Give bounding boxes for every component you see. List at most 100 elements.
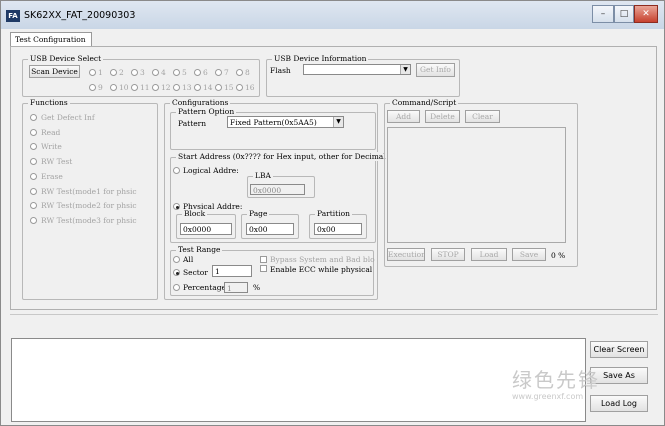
- load-log-button[interactable]: Load Log: [590, 395, 648, 412]
- sector-radio[interactable]: [173, 269, 180, 276]
- log-textarea[interactable]: [11, 338, 586, 422]
- sector-input[interactable]: 1: [212, 265, 252, 277]
- all-radio[interactable]: [173, 256, 180, 263]
- port-radio-10[interactable]: [110, 84, 117, 91]
- page-legend: Page: [247, 209, 270, 218]
- port-label: 6: [203, 68, 208, 77]
- port-label: 12: [161, 83, 171, 92]
- pattern-select[interactable]: Fixed Pattern(0x5AA5) ▼: [227, 116, 344, 128]
- minimize-icon[interactable]: –: [592, 5, 614, 23]
- port-label: 2: [119, 68, 124, 77]
- clear-button[interactable]: Clear: [465, 110, 500, 123]
- port-label: 16: [245, 83, 255, 92]
- maximize-icon[interactable]: □: [614, 5, 634, 23]
- percentage-input[interactable]: 1: [224, 282, 248, 293]
- logical-address-radio[interactable]: [173, 167, 180, 174]
- close-icon[interactable]: ✕: [634, 5, 658, 23]
- partition-input[interactable]: 0x00: [314, 223, 362, 235]
- page-input[interactable]: 0x00: [246, 223, 294, 235]
- percent-sign: %: [253, 283, 261, 292]
- port-radio-8[interactable]: [236, 69, 243, 76]
- sector-label: Sector: [183, 268, 208, 277]
- pattern-select-value: Fixed Pattern(0x5AA5): [230, 118, 317, 127]
- port-radio-15[interactable]: [215, 84, 222, 91]
- progress-bar-area: [10, 314, 658, 336]
- port-label: 11: [140, 83, 150, 92]
- save-button[interactable]: Save: [512, 248, 546, 261]
- bypass-label: Bypass System and Bad blo: [270, 255, 375, 264]
- physical-address-radio[interactable]: [173, 203, 180, 210]
- app-icon: FA: [6, 10, 20, 22]
- flash-select[interactable]: ▼: [303, 64, 411, 75]
- all-label: All: [183, 255, 194, 264]
- scan-device-button[interactable]: Scan Device: [29, 65, 80, 78]
- port-label: 1: [98, 68, 103, 77]
- port-label: 13: [182, 83, 192, 92]
- configurations-legend: Configurations: [170, 98, 231, 107]
- pattern-label: Pattern: [178, 119, 207, 128]
- function-label: Read: [41, 127, 61, 137]
- bypass-checkbox[interactable]: [260, 256, 267, 263]
- script-list[interactable]: [387, 127, 566, 243]
- port-radio-14[interactable]: [194, 84, 201, 91]
- test-range-legend: Test Range: [176, 245, 223, 254]
- block-legend: Block: [182, 209, 208, 218]
- port-label: 5: [182, 68, 187, 77]
- stop-button[interactable]: STOP: [431, 248, 465, 261]
- port-label: 7: [224, 68, 229, 77]
- function-radio[interactable]: [30, 187, 37, 195]
- port-label: 9: [98, 83, 103, 92]
- tab-test-configuration[interactable]: Test Configuration: [10, 32, 92, 47]
- usb-device-select-legend: USB Device Select: [28, 54, 104, 63]
- watermark-logo: 绿色先锋: [512, 368, 600, 392]
- port-label: 3: [140, 68, 145, 77]
- port-radio-3[interactable]: [131, 69, 138, 76]
- port-radio-4[interactable]: [152, 69, 159, 76]
- block-input[interactable]: 0x0000: [180, 223, 232, 235]
- progress-text: 0 %: [551, 251, 566, 260]
- port-radio-1[interactable]: [89, 69, 96, 76]
- function-label: RW Test(mode1 for phsic: [41, 186, 137, 196]
- percentage-radio[interactable]: [173, 284, 180, 291]
- function-radio[interactable]: [30, 128, 37, 136]
- port-label: 15: [224, 83, 234, 92]
- delete-button[interactable]: Delete: [425, 110, 460, 123]
- port-radio-12[interactable]: [152, 84, 159, 91]
- add-button[interactable]: Add: [387, 110, 420, 123]
- get-info-button[interactable]: Get Info: [416, 63, 455, 77]
- port-label: 8: [245, 68, 250, 77]
- chevron-down-icon: ▼: [333, 117, 343, 127]
- enable-ecc-label: Enable ECC while physical: [270, 265, 373, 274]
- clear-screen-button[interactable]: Clear Screen: [590, 341, 648, 358]
- port-label: 4: [161, 68, 166, 77]
- enable-ecc-checkbox[interactable]: [260, 265, 267, 272]
- port-radio-2[interactable]: [110, 69, 117, 76]
- function-radio[interactable]: [30, 216, 37, 224]
- execution-button[interactable]: Execution: [387, 248, 425, 261]
- function-label: Erase: [41, 171, 63, 181]
- function-radio[interactable]: [30, 172, 37, 180]
- command-script-legend: Command/Script: [390, 98, 459, 107]
- port-radio-16[interactable]: [236, 84, 243, 91]
- load-button[interactable]: Load: [471, 248, 507, 261]
- partition-legend: Partition: [315, 209, 352, 218]
- port-radio-7[interactable]: [215, 69, 222, 76]
- port-radio-13[interactable]: [173, 84, 180, 91]
- percentage-label: Percentage: [183, 283, 226, 292]
- chevron-down-icon: ▼: [400, 65, 410, 74]
- port-label: 14: [203, 83, 213, 92]
- function-radio[interactable]: [30, 114, 37, 121]
- functions-legend: Functions: [28, 98, 70, 107]
- function-label: Write: [41, 142, 62, 152]
- pattern-option-legend: Pattern Option: [176, 107, 237, 116]
- lba-input[interactable]: 0x0000: [250, 184, 305, 195]
- port-label: 10: [119, 83, 129, 92]
- lba-legend: LBA: [253, 171, 273, 180]
- usb-device-info-legend: USB Device Information: [272, 54, 369, 63]
- port-radio-11[interactable]: [131, 84, 138, 91]
- port-radio-9[interactable]: [89, 84, 96, 91]
- logical-address-label: Logical Addre:: [183, 166, 239, 175]
- port-radio-5[interactable]: [173, 69, 180, 76]
- function-label: RW Test: [41, 157, 73, 167]
- port-radio-6[interactable]: [194, 69, 201, 76]
